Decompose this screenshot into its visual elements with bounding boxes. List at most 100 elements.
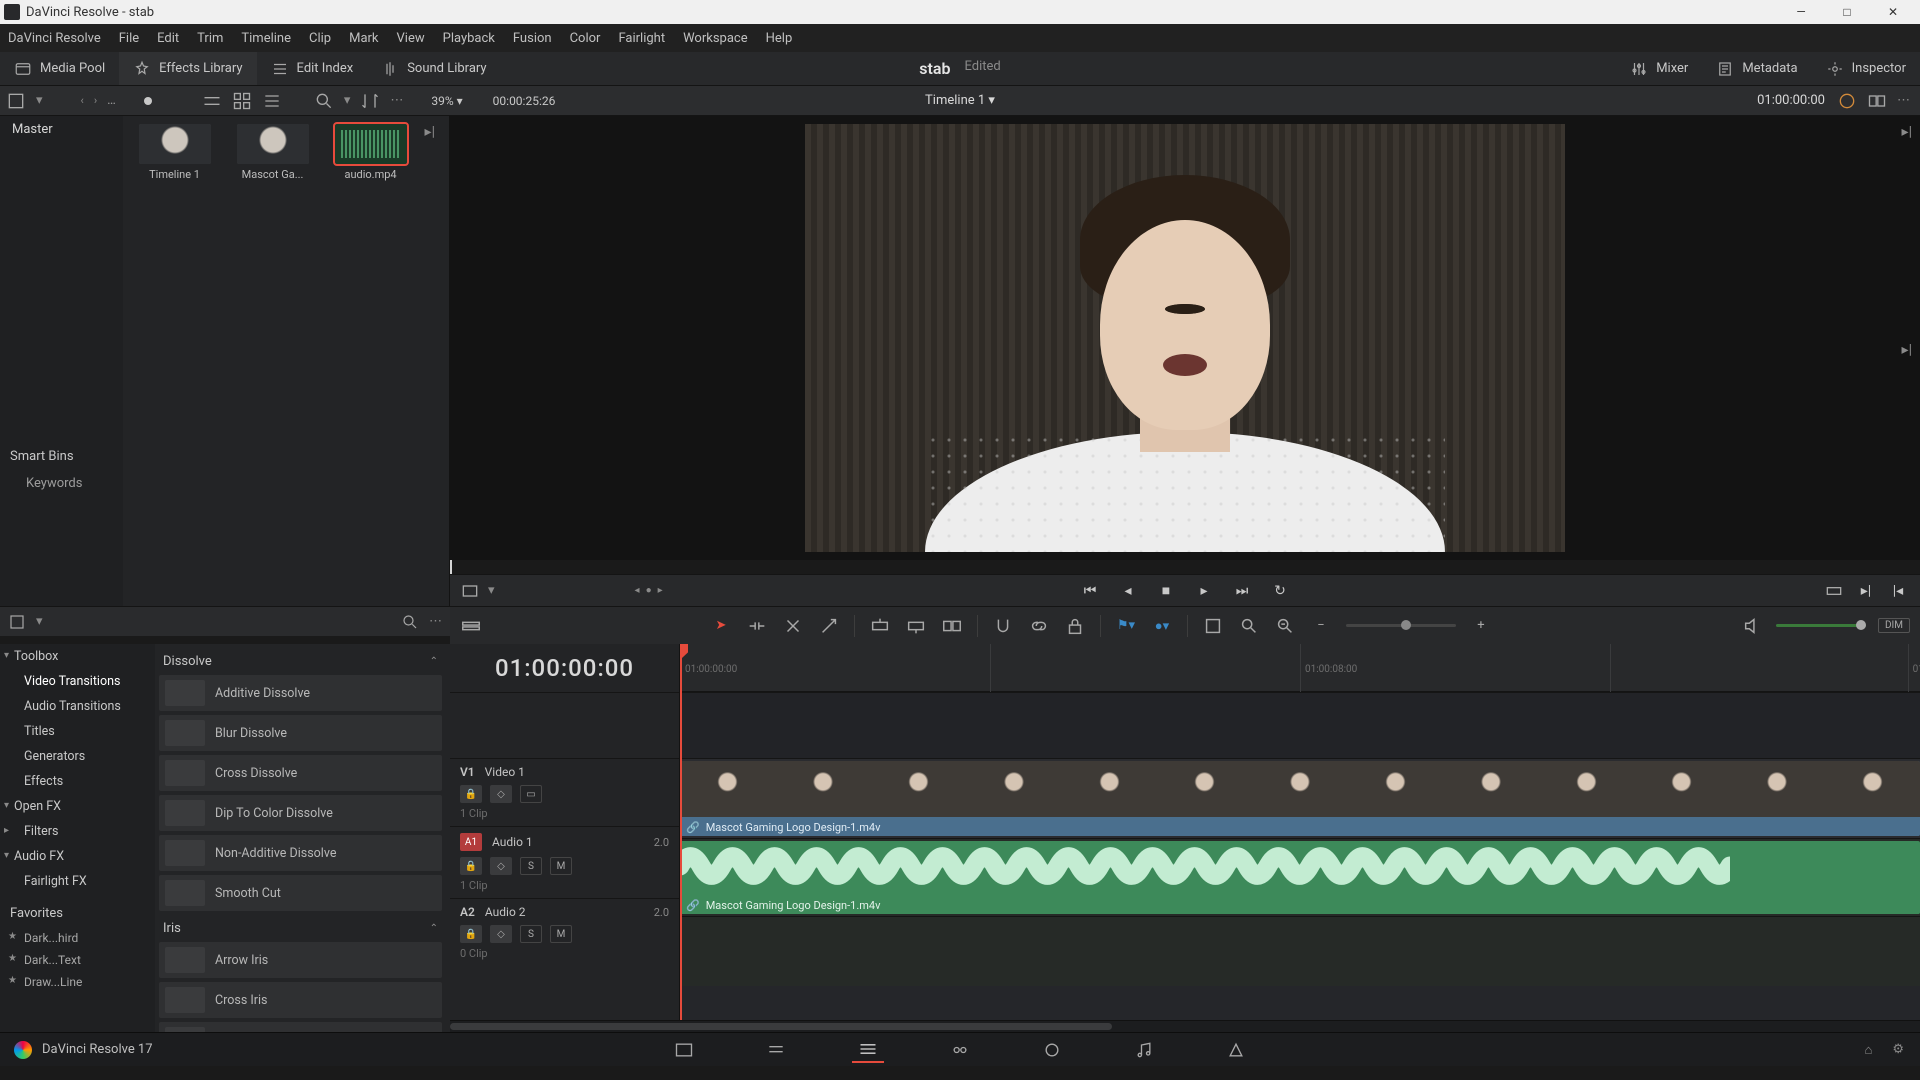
insert-icon[interactable] — [869, 615, 891, 637]
step-back-icon[interactable]: ◂ — [1118, 581, 1138, 601]
clip-video-1[interactable]: 🔗Mascot Gaming Logo Design-1.m4v — [680, 761, 1920, 836]
menu-fusion[interactable]: Fusion — [513, 31, 552, 46]
page-color[interactable] — [1036, 1037, 1068, 1063]
fx-node-filters[interactable]: ▸Filters — [0, 819, 155, 844]
smart-bins-header[interactable]: Smart Bins — [0, 443, 123, 470]
fx-item[interactable]: Cross Dissolve — [159, 755, 442, 791]
page-fusion[interactable] — [944, 1037, 976, 1063]
category-dissolve[interactable]: Dissolve⌃ — [159, 648, 442, 675]
dim-button[interactable]: DIM — [1878, 618, 1910, 633]
nav-back[interactable]: ‹ — [81, 94, 84, 107]
zoom-level[interactable]: 39% ▾ — [431, 94, 462, 108]
menu-fairlight[interactable]: Fairlight — [618, 31, 665, 46]
menu-file[interactable]: File — [119, 31, 139, 46]
clip-mascot-gaming[interactable]: Mascot Ga... — [229, 124, 317, 181]
snap-icon[interactable] — [992, 615, 1014, 637]
auto-select-icon[interactable]: ◇ — [490, 925, 512, 943]
next-clip-icon[interactable]: ▸ — [658, 585, 663, 596]
clip-timeline-1[interactable]: Timeline 1 — [131, 124, 219, 181]
track-header-a2[interactable]: A2Audio 22.0 🔒 ◇ S M 0 Clip — [450, 898, 679, 966]
chevron-down-icon[interactable]: ▾ — [36, 614, 43, 629]
fx-node-toolbox[interactable]: ▾Toolbox — [0, 644, 155, 669]
search-dropdown-icon[interactable]: ▾ — [344, 93, 351, 108]
category-iris[interactable]: Iris⌃ — [159, 915, 442, 942]
window-close[interactable]: ✕ — [1870, 0, 1916, 24]
track-header-v1[interactable]: V1Video 1 🔒 ◇ ▭ 1 Clip — [450, 758, 679, 826]
edit-index-toggle[interactable]: Edit Index — [257, 52, 368, 85]
mute-button[interactable]: M — [550, 857, 572, 875]
track-header-a1[interactable]: A1Audio 12.0 🔒 ◇ S M 1 Clip — [450, 826, 679, 898]
trim-tool-icon[interactable] — [746, 615, 768, 637]
loop-icon[interactable]: ↻ — [1270, 581, 1290, 601]
window-minimize[interactable]: — — [1778, 0, 1824, 24]
solo-button[interactable]: S — [520, 925, 542, 943]
custom-zoom-icon[interactable] — [1274, 615, 1296, 637]
sort-icon[interactable] — [360, 91, 380, 111]
next-edit-icon[interactable]: ▸| — [1898, 120, 1916, 144]
page-edit[interactable] — [852, 1037, 884, 1063]
mute-button[interactable]: M — [550, 925, 572, 943]
disable-video-icon[interactable]: ▭ — [520, 785, 542, 803]
menu-help[interactable]: Help — [766, 31, 793, 46]
menu-mark[interactable]: Mark — [349, 31, 378, 46]
settings-icon[interactable]: ⚙ — [1892, 1042, 1904, 1058]
bypass-icon[interactable] — [1837, 91, 1857, 111]
media-pool-toggle[interactable]: Media Pool — [0, 52, 119, 85]
fx-item[interactable]: Additive Dissolve — [159, 675, 442, 711]
fx-node-generators[interactable]: Generators — [0, 744, 155, 769]
zoom-to-fit-icon[interactable] — [1202, 615, 1224, 637]
clip-audio-1[interactable]: 🔗Mascot Gaming Logo Design-1.m4v — [680, 841, 1920, 914]
blade-tool-icon[interactable] — [818, 615, 840, 637]
menu-davinci[interactable]: DaVinci Resolve — [8, 31, 101, 46]
timeline-tracks[interactable]: 01:00:00:00 01:00:08:00 01:00:16:00 🔗Mas… — [680, 644, 1920, 1020]
sound-library-toggle[interactable]: Sound Library — [367, 52, 500, 85]
menu-view[interactable]: View — [397, 31, 425, 46]
fx-node-audiofx[interactable]: ▾Audio FX — [0, 844, 155, 869]
playhead[interactable] — [680, 644, 682, 1020]
fx-node-fairlightfx[interactable]: Fairlight FX — [0, 869, 155, 894]
zoom-slider[interactable] — [1346, 624, 1456, 627]
favorite-item[interactable]: Dark...Text — [0, 949, 155, 971]
view-list-icon[interactable] — [262, 91, 282, 111]
breadcrumb-ellipsis[interactable]: … — [107, 93, 116, 108]
effects-library-toggle[interactable]: Effects Library — [119, 52, 256, 85]
menu-edit[interactable]: Edit — [157, 31, 179, 46]
play-icon[interactable]: ▸ — [1194, 581, 1214, 601]
chevron-down-icon[interactable]: ▾ — [36, 93, 43, 108]
page-media[interactable] — [668, 1037, 700, 1063]
fx-node-effects[interactable]: Effects — [0, 769, 155, 794]
stop-icon[interactable]: ■ — [1156, 581, 1176, 601]
fx-item[interactable]: Arrow Iris — [159, 942, 442, 978]
lock-icon[interactable]: 🔒 — [460, 925, 482, 943]
fx-item[interactable]: Cross Iris — [159, 982, 442, 1018]
timeline-selector[interactable]: Timeline 1 ▾ — [925, 93, 995, 108]
menu-workspace[interactable]: Workspace — [683, 31, 748, 46]
more-icon[interactable]: ⋯ — [429, 614, 442, 629]
view-thumb-icon[interactable] — [232, 91, 252, 111]
menu-trim[interactable]: Trim — [197, 31, 223, 46]
viewer-more-icon[interactable]: ⋯ — [1897, 93, 1910, 108]
match-frame-icon[interactable] — [460, 581, 480, 601]
mute-icon[interactable] — [1742, 615, 1764, 637]
go-out-icon[interactable]: |◂ — [1888, 581, 1908, 601]
go-last-icon[interactable]: ⏭ — [1232, 581, 1252, 601]
next-page-icon[interactable]: ▸| — [425, 124, 441, 140]
fx-node-openfx[interactable]: ▾Open FX — [0, 794, 155, 819]
fx-item[interactable]: Dip To Color Dissolve — [159, 795, 442, 831]
page-deliver[interactable] — [1220, 1037, 1252, 1063]
lock-icon[interactable] — [1064, 615, 1086, 637]
prev-clip-icon[interactable]: ◂ — [635, 585, 640, 596]
mixer-toggle[interactable]: Mixer — [1616, 60, 1702, 78]
marker-icon[interactable]: ●▾ — [1151, 615, 1173, 637]
timeline-ruler[interactable]: 01:00:00:00 01:00:08:00 01:00:16:00 — [680, 644, 1920, 692]
favorite-item[interactable]: Draw...Line — [0, 971, 155, 993]
page-cut[interactable] — [760, 1037, 792, 1063]
dual-viewer-icon[interactable] — [1867, 91, 1887, 111]
volume-slider[interactable] — [1776, 624, 1866, 627]
lock-icon[interactable]: 🔒 — [460, 857, 482, 875]
search-icon[interactable] — [401, 613, 419, 631]
fx-item[interactable]: Smooth Cut — [159, 875, 442, 911]
flag-icon[interactable]: ⚑▾ — [1115, 615, 1137, 637]
window-maximize[interactable]: □ — [1824, 0, 1870, 24]
viewer-scrubber[interactable] — [450, 560, 1920, 574]
